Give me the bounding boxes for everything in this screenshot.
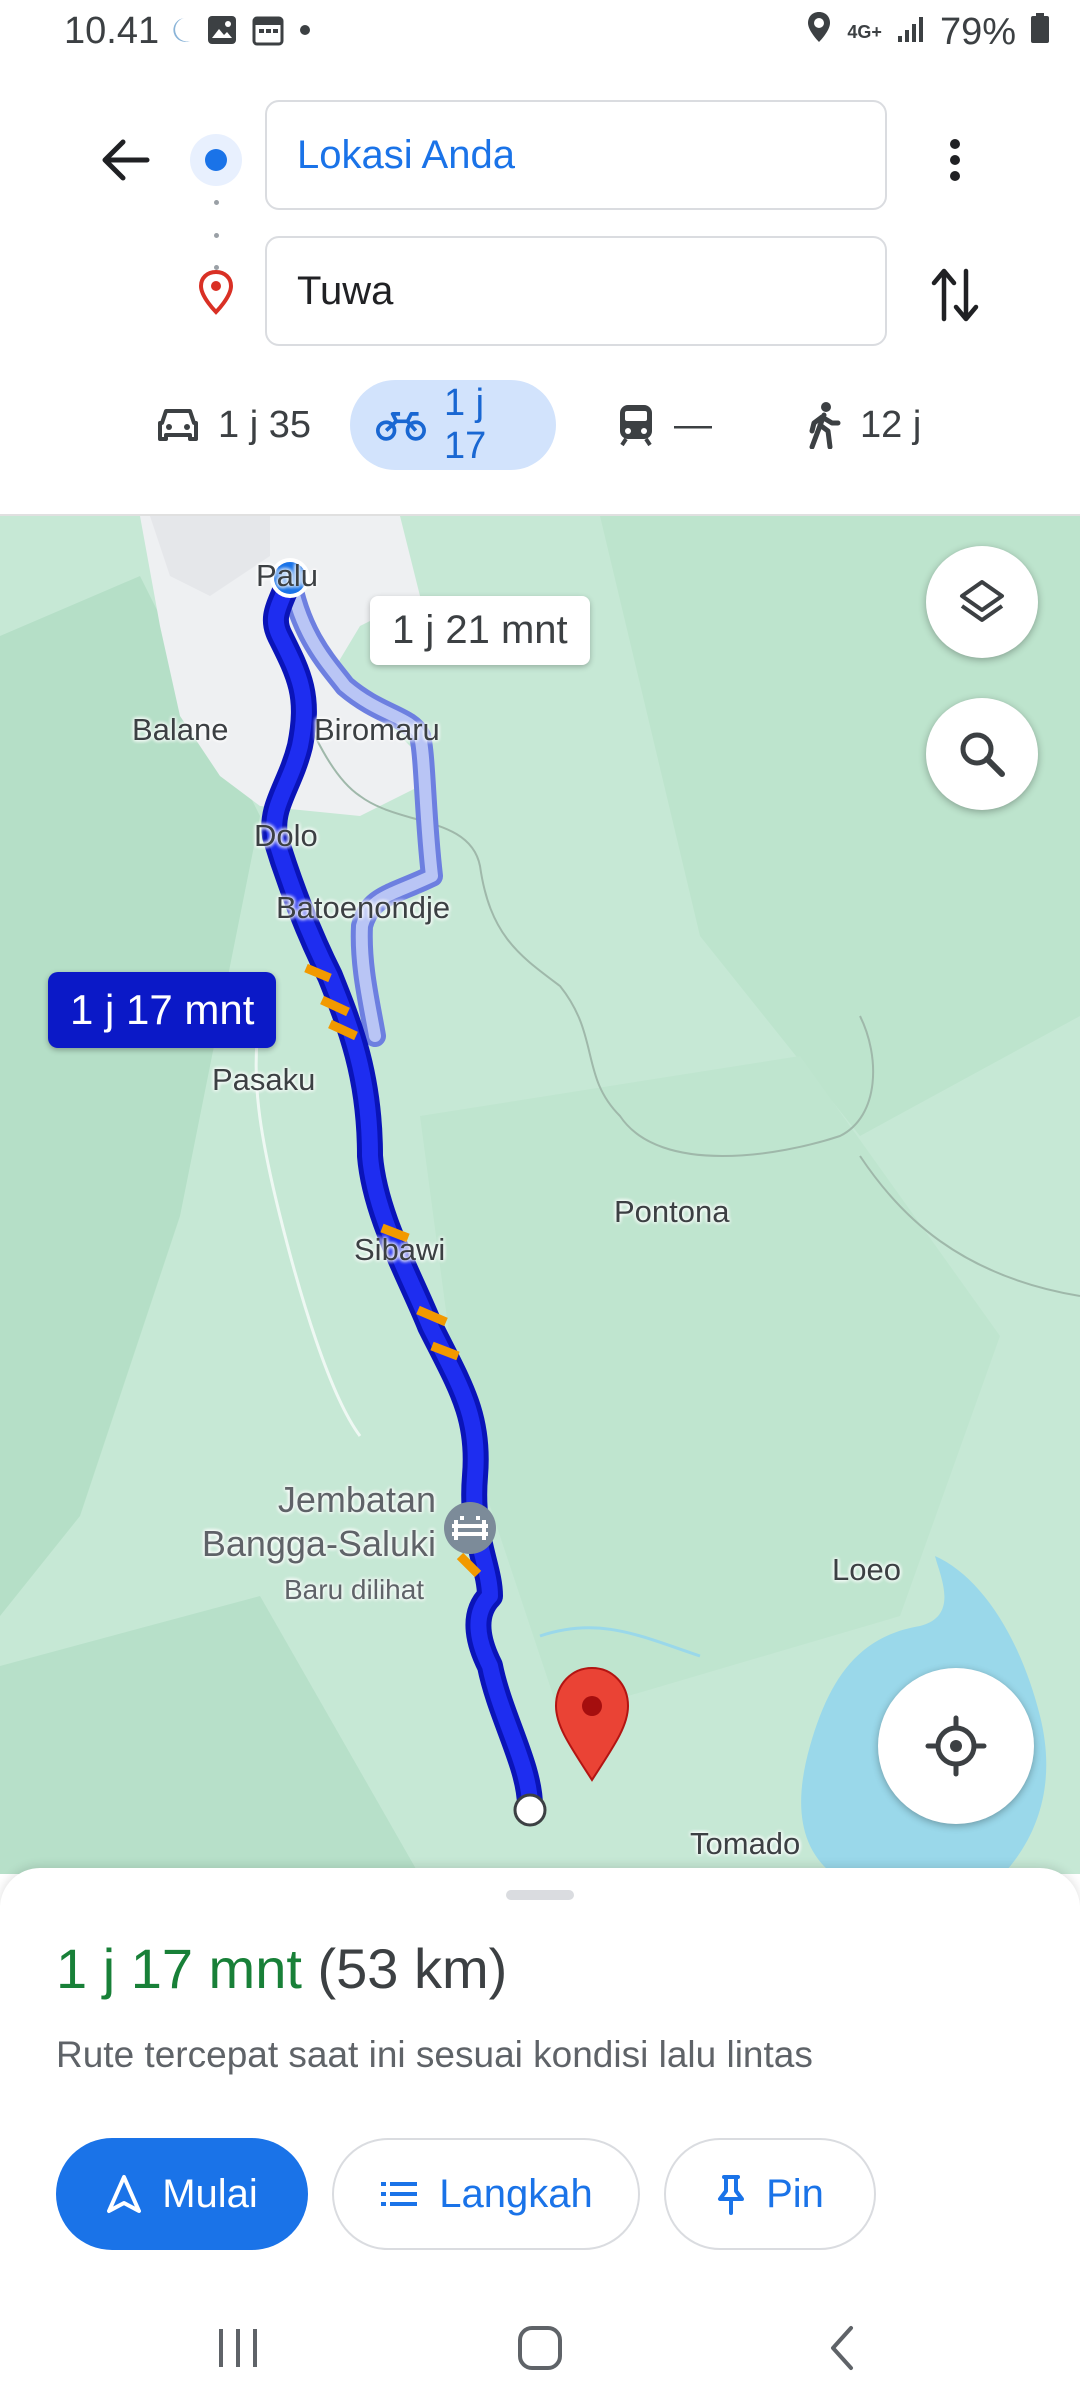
- route-connector: [213, 200, 219, 270]
- arrow-back-icon: [102, 139, 150, 181]
- start-button-label: Mulai: [162, 2171, 258, 2216]
- search-icon: [960, 732, 1005, 777]
- place-pontona: Pontona: [614, 1194, 730, 1229]
- place-loeo: Loeo: [832, 1552, 901, 1587]
- home-button[interactable]: [510, 2318, 570, 2378]
- place-sibawi: Sibawi: [354, 1232, 446, 1267]
- mode-car[interactable]: 1 j 35: [130, 380, 337, 470]
- calendar-icon: [252, 14, 284, 51]
- place-balane: Balane: [132, 712, 229, 747]
- mode-walk[interactable]: 12 j: [780, 380, 947, 470]
- back-button[interactable]: [90, 125, 160, 195]
- swap-button[interactable]: [920, 255, 990, 335]
- steps-button[interactable]: Langkah: [332, 2138, 640, 2250]
- walk-icon: [809, 402, 841, 449]
- mode-car-duration: 1 j 35: [218, 403, 311, 446]
- recently-viewed-label: Baru dilihat: [284, 1574, 425, 1605]
- route-description: Rute tercepat saat ini sesuai kondisi la…: [56, 2034, 813, 2075]
- place-tomado: Tomado: [690, 1826, 801, 1861]
- place-jembatan-line2: Bangga-Saluki: [201, 1523, 436, 1564]
- origin-text: Lokasi Anda: [297, 132, 515, 177]
- location-icon: [805, 10, 833, 54]
- network-type: 4G+: [847, 22, 882, 42]
- start-button[interactable]: Mulai: [56, 2138, 308, 2250]
- chevron-left-icon: [831, 2326, 853, 2370]
- recent-apps-button[interactable]: [208, 2318, 268, 2378]
- mode-walk-duration: 12 j: [860, 403, 922, 446]
- gallery-icon: [206, 14, 238, 51]
- place-dolo: Dolo: [254, 818, 318, 853]
- pin-button[interactable]: Pin: [664, 2138, 876, 2250]
- car-icon: [158, 409, 198, 441]
- status-time: 10.41: [64, 10, 160, 52]
- system-navigation-bar: [0, 2278, 1080, 2408]
- swap-vert-icon: [931, 268, 979, 322]
- layers-button[interactable]: [926, 546, 1038, 658]
- drag-handle[interactable]: [506, 1890, 574, 1900]
- steps-button-label: Langkah: [439, 2171, 593, 2216]
- mode-transit[interactable]: —: [590, 380, 738, 470]
- main-route-duration-label[interactable]: 1 j 17 mnt: [48, 972, 277, 1048]
- alt-route-duration-label[interactable]: 1 j 21 mnt: [370, 596, 590, 665]
- route-distance: (53 km): [317, 1937, 508, 2000]
- place-jembatan-line1: Jembatan: [277, 1479, 436, 1520]
- mode-transit-duration: —: [674, 403, 712, 446]
- signal-icon: [896, 11, 926, 54]
- origin-dot-icon: [190, 134, 242, 186]
- my-location-button[interactable]: [878, 1668, 1034, 1824]
- navigation-icon: [107, 2175, 142, 2213]
- directions-header: Lokasi Anda Tuwa 1 j 35 1 j 17 — 12 j: [0, 70, 1080, 510]
- battery-level: 79%: [939, 10, 1016, 53]
- search-along-route-button[interactable]: [926, 698, 1038, 810]
- more-vert-icon: [950, 139, 960, 181]
- place-pasaku: Pasaku: [212, 1062, 316, 1097]
- place-batoenondje: Batoenondje: [276, 890, 451, 925]
- transit-icon: [620, 405, 652, 447]
- status-bar: 10.41 4G+ 79%: [0, 0, 1080, 70]
- place-palu: Palu: [256, 558, 319, 593]
- motorcycle-icon: [376, 412, 426, 441]
- place-jembatan-bangga-saluki[interactable]: Jembatan Bangga-Saluki: [180, 1478, 436, 1566]
- battery-icon: [1030, 11, 1050, 54]
- more-options-button[interactable]: [925, 125, 985, 195]
- pin-button-label: Pin: [766, 2171, 824, 2216]
- route-summary-sheet[interactable]: 1 j 17 mnt (53 km) Rute tercepat saat in…: [0, 1868, 1080, 2278]
- my-location-icon: [925, 1715, 987, 1777]
- mode-motorcycle-duration: 1 j 17: [443, 382, 487, 467]
- layers-icon: [960, 580, 1004, 622]
- list-icon: [381, 2182, 418, 2206]
- home-icon: [518, 2326, 562, 2370]
- moon-icon: [170, 15, 192, 50]
- back-nav-button[interactable]: [812, 2318, 872, 2378]
- route-summary: 1 j 17 mnt (53 km): [56, 1936, 507, 2001]
- route-duration: 1 j 17 mnt: [56, 1937, 302, 2000]
- mode-motorcycle[interactable]: 1 j 17: [350, 380, 556, 470]
- notification-dot-icon: [298, 23, 312, 42]
- pin-icon: [718, 2175, 745, 2215]
- map-view[interactable]: Palu Balane Biromaru Dolo Batoenondje Pa…: [0, 514, 1080, 1874]
- origin-field[interactable]: Lokasi Anda: [265, 100, 887, 210]
- travel-modes: 1 j 35 1 j 17 — 12 j: [0, 380, 1080, 470]
- destination-pin-icon: [196, 268, 236, 318]
- recents-icon: [219, 2329, 257, 2367]
- place-biromaru: Biromaru: [314, 712, 440, 747]
- destination-text: Tuwa: [297, 268, 394, 313]
- destination-field[interactable]: Tuwa: [265, 236, 887, 346]
